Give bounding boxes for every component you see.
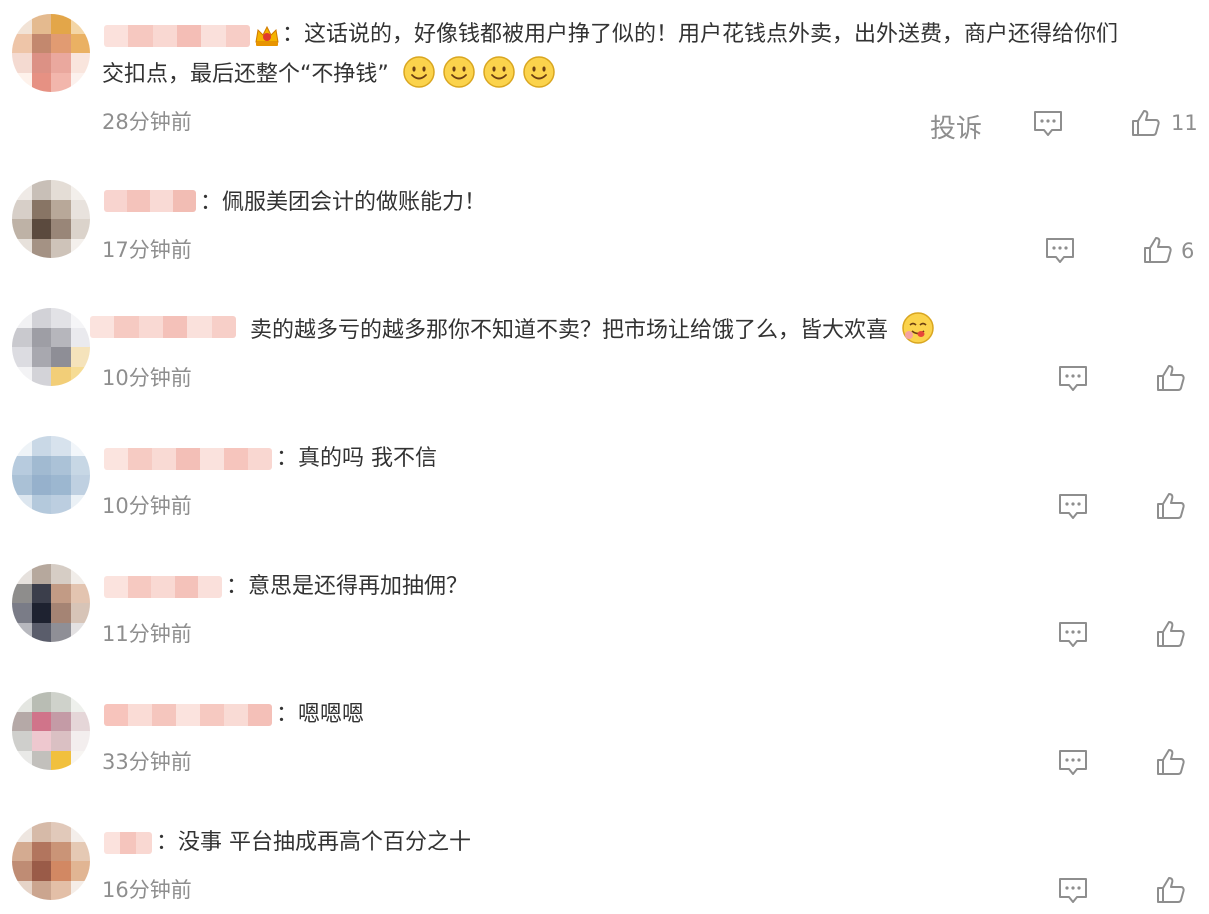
username-redacted[interactable] [104,576,222,598]
comment-timestamp: 17分钟前 [102,238,192,262]
comment-text: 卖的越多亏的越多那你不知道不卖？把市场让给饿了么，皆大欢喜 [250,310,935,352]
comment-timestamp: 33分钟前 [102,750,192,774]
avatar[interactable] [12,308,90,386]
comment-timestamp: 28分钟前 [102,110,192,134]
smile-emoji-icon [483,56,515,88]
smile-emoji-icon [523,56,555,88]
comment-bubble-icon[interactable] [1033,110,1063,138]
username-redacted[interactable] [90,316,236,338]
comment-text: ：嗯嗯嗯 [276,702,365,727]
comment-text: ：佩服美团会计的做账能力！ [200,190,487,215]
thumbs-up-icon[interactable] [1131,109,1161,137]
username-redacted[interactable] [104,25,250,47]
report-button[interactable]: 投诉 [930,108,982,145]
comment-text: ：真的吗 我不信 [276,446,437,471]
comment-text: ：没事 平台抽成再高个百分之十 [156,830,471,855]
comment-bubble-icon[interactable] [1058,365,1088,393]
smile-emoji-icon [403,56,435,88]
thumbs-up-icon[interactable] [1156,364,1186,392]
username-redacted[interactable] [104,832,152,854]
username-redacted[interactable] [104,448,272,470]
comment-text-continued: 交扣点，最后还整个“不挣钱” [102,54,556,96]
comment-timestamp: 16分钟前 [102,878,192,902]
comment-text: ：这话说的，好像钱都被用户挣了似的！用户花钱点外卖，出外送费，商户还得给你们 [282,22,1119,47]
avatar[interactable] [12,436,90,514]
crown-badge-icon [255,25,279,46]
thumbs-up-icon[interactable] [1156,492,1186,520]
comment-timestamp: 10分钟前 [102,366,192,390]
comment-text: ：意思是还得再加抽佣？ [226,574,469,599]
comment-timestamp: 11分钟前 [102,622,192,646]
comment-bubble-icon[interactable] [1058,621,1088,649]
avatar[interactable] [12,822,90,900]
avatar[interactable] [12,180,90,258]
comment-bubble-icon[interactable] [1058,749,1088,777]
comment-bubble-icon[interactable] [1058,877,1088,905]
thumbs-up-icon[interactable] [1156,748,1186,776]
comment-text-body: 卖的越多亏的越多那你不知道不卖？把市场让给饿了么，皆大欢喜 [250,318,889,343]
like-count: 11 [1171,111,1198,135]
avatar[interactable] [12,564,90,642]
smile-emoji-icon [443,56,475,88]
username-redacted[interactable] [104,704,272,726]
like-count: 6 [1181,239,1195,263]
thumbs-up-icon[interactable] [1156,876,1186,904]
avatar[interactable] [12,692,90,770]
comment-timestamp: 10分钟前 [102,494,192,518]
thumbs-up-icon[interactable] [1156,620,1186,648]
comment-bubble-icon[interactable] [1058,493,1088,521]
username-redacted[interactable] [104,190,196,212]
yummy-emoji-icon [902,312,934,344]
comment-bubble-icon[interactable] [1045,237,1075,265]
thumbs-up-icon[interactable] [1143,236,1173,264]
avatar[interactable] [12,14,90,92]
comment-text-line2: 交扣点，最后还整个“不挣钱” [102,62,389,87]
